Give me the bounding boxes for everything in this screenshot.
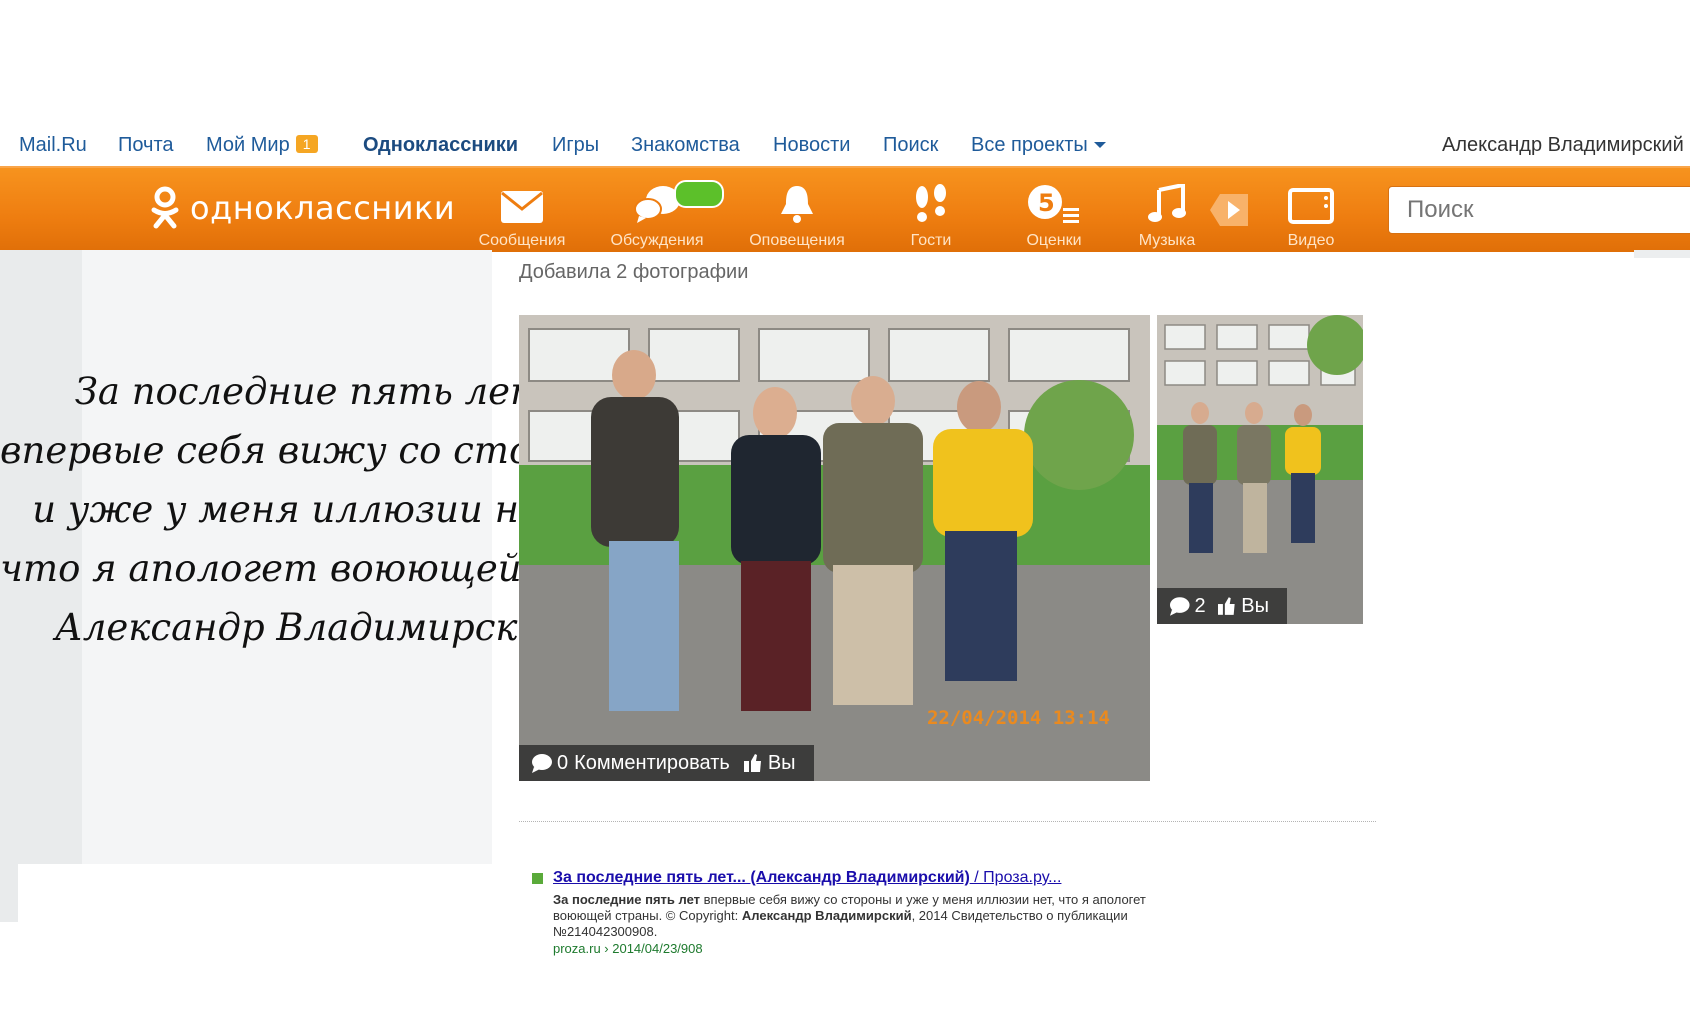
rating-five-icon: 5 <box>1028 185 1079 223</box>
favicon-icon <box>532 873 543 884</box>
snippet-body: За последние пять лет впервые себя вижу … <box>553 892 1172 940</box>
discussions-badge <box>674 180 724 208</box>
link-odnoklassniki[interactable]: Одноклассники <box>363 134 518 157</box>
main-photo-actions: 0 Комментировать Вы <box>519 745 814 781</box>
ok-logo-text: одноклассники <box>190 189 456 227</box>
tool-guests[interactable]: Гости <box>866 182 996 250</box>
link-moimir[interactable]: Мой Мир 1 <box>206 134 318 157</box>
side-photo-actions: 2 Вы <box>1157 588 1287 624</box>
snippet-title-rest: ... (Александр Владимирский) <box>732 869 970 886</box>
search-box <box>1388 186 1690 234</box>
side-photo-image <box>1157 315 1363 624</box>
link-pochta[interactable]: Почта <box>118 134 174 157</box>
portal-bar: Mail.Ru Почта Мой Мир 1 Одноклассники Игр… <box>0 122 1690 166</box>
music-note-icon <box>1148 184 1186 222</box>
envelope-icon <box>501 191 543 223</box>
tool-ratings-label: Оценки <box>1026 232 1082 249</box>
snippet-title-link[interactable]: За последние пять лет... (Александр Влад… <box>553 870 1172 886</box>
link-znakomstva[interactable]: Знакомства <box>631 134 740 157</box>
chevron-down-icon <box>1093 142 1106 148</box>
tool-messages[interactable]: Сообщения <box>457 182 587 250</box>
footprints-icon <box>916 184 946 222</box>
main-photo-like-button[interactable]: Вы <box>768 752 796 775</box>
comment-icon <box>1169 597 1190 616</box>
music-play-button[interactable] <box>1208 190 1250 235</box>
thumbs-up-icon <box>1217 597 1235 615</box>
side-photo-like-button[interactable]: Вы <box>1241 595 1269 618</box>
svg-text:5: 5 <box>1038 189 1055 217</box>
link-poisk[interactable]: Поиск <box>883 134 938 157</box>
right-separator <box>1634 250 1690 258</box>
ok-logo-icon <box>151 186 179 229</box>
search-snippet: За последние пять лет... (Александр Влад… <box>532 870 1172 957</box>
link-novosti[interactable]: Новости <box>773 134 850 157</box>
link-igry[interactable]: Игры <box>552 134 599 157</box>
tool-notifications[interactable]: Оповещения <box>732 182 862 250</box>
tool-discussions-label: Обсуждения <box>610 232 704 249</box>
photo-date-stamp: 22/04/2014 13:14 <box>926 707 1110 729</box>
snippet-title-site: / Проза.ру... <box>969 869 1062 886</box>
ok-logo[interactable]: одноклассники <box>150 186 455 230</box>
side-photo-comment-count[interactable]: 2 <box>1195 595 1206 618</box>
snippet-body-author: Александр Владимирский <box>741 908 912 923</box>
play-icon <box>1210 194 1248 226</box>
snippet-url[interactable]: proza.ru › 2014/04/23/908 <box>553 941 1172 957</box>
tool-discussions[interactable]: Обсуждения <box>592 180 724 250</box>
feed-divider <box>519 821 1376 822</box>
bell-icon <box>781 186 813 223</box>
tool-guests-label: Гости <box>910 232 952 249</box>
feed-title: Добавила 2 фотографии <box>519 261 749 283</box>
comment-button[interactable]: Комментировать <box>574 752 730 775</box>
tool-video-label: Видео <box>1287 232 1335 249</box>
tool-ratings[interactable]: 5 Оценки <box>989 182 1119 250</box>
snippet-title-main: За последние пять лет <box>553 869 733 886</box>
moimir-badge: 1 <box>295 135 318 153</box>
user-name[interactable]: Александр Владимирский <box>1442 134 1684 157</box>
link-moimir-label: Мой Мир <box>206 134 290 156</box>
tool-notifications-label: Оповещения <box>749 232 845 249</box>
left-panel-footer <box>18 864 492 922</box>
all-projects-label: Все проекты <box>971 134 1088 156</box>
tool-video[interactable]: Видео <box>1246 182 1376 250</box>
comment-icon <box>532 754 552 773</box>
tool-messages-label: Сообщения <box>478 232 566 249</box>
thumbs-up-icon <box>743 754 761 772</box>
side-photo[interactable]: 2 Вы <box>1157 315 1363 624</box>
tv-icon <box>1288 188 1334 224</box>
link-mailru[interactable]: Mail.Ru <box>19 134 87 157</box>
snippet-body-bold: За последние пять лет <box>553 892 701 907</box>
link-all-projects[interactable]: Все проекты <box>971 134 1106 157</box>
search-input[interactable] <box>1389 187 1689 233</box>
main-photo-comment-count: 0 <box>557 751 569 774</box>
ok-toolbar: одноклассники Сообщения Обсуждения Опове… <box>0 166 1690 252</box>
main-photo[interactable]: 22/04/2014 13:14 0 Комментировать Вы <box>519 315 1150 781</box>
